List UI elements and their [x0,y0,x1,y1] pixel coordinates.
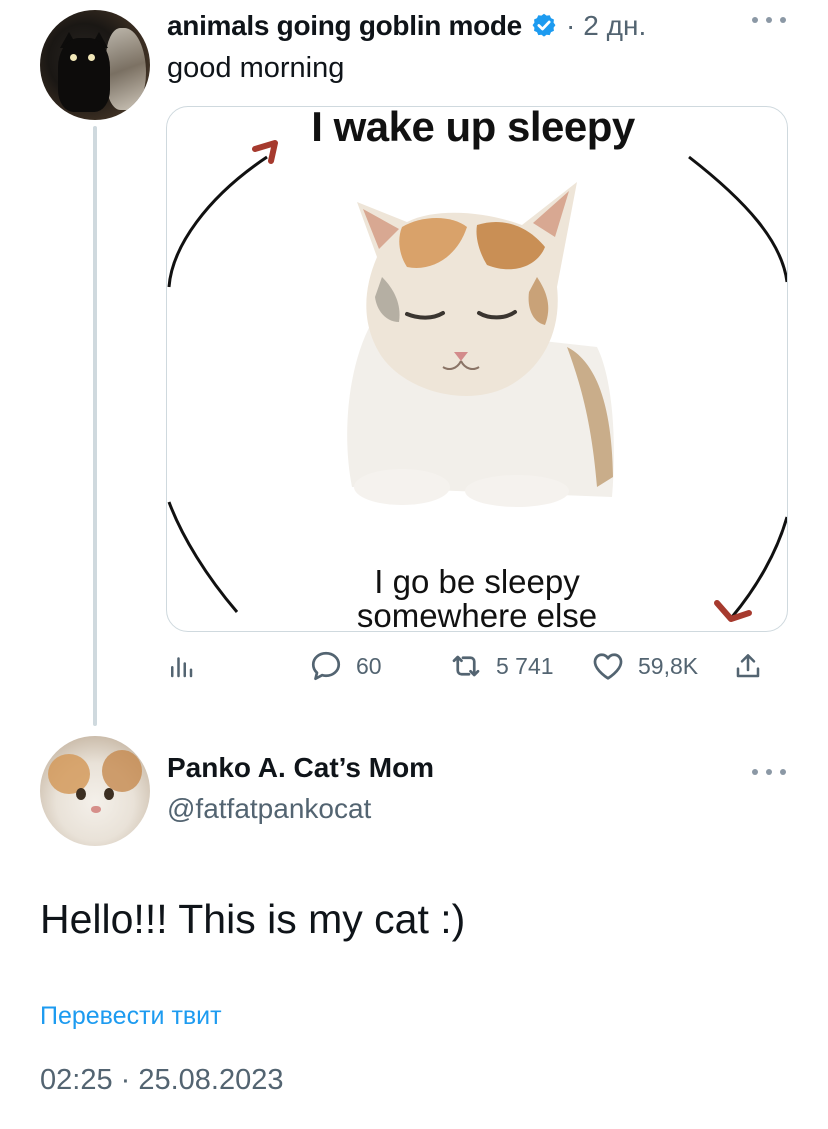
reply-author-avatar[interactable] [40,736,150,846]
retweet-icon [452,655,480,677]
meme-bottom-caption: I go be sleepy somewhere else [297,565,657,632]
reply-more-options-icon[interactable] [752,764,786,780]
tweet-media-image[interactable]: I wake up sleepy I go be sleepy somewher… [166,106,788,632]
translate-tweet-link[interactable]: Перевести твит [40,1002,222,1031]
retweet-count: 5 741 [496,652,554,679]
meme-bottom-caption-line2: somewhere else [356,597,598,632]
reply-icon [311,651,341,681]
author-avatar[interactable] [40,10,150,120]
like-button[interactable]: 59,8K [590,644,698,688]
tweet-detail-page: animals going goblin mode · 2 дн. good m… [0,0,828,1129]
meta-separator: · [565,10,576,41]
reply-count: 60 [356,652,382,679]
meme-top-caption: I wake up sleepy [311,106,635,150]
like-count: 59,8K [638,652,699,679]
meme-bottom-caption-line1: I go be sleepy [374,563,580,600]
share-button[interactable] [732,644,764,688]
meme-illustration [167,140,787,622]
analytics-icon [171,657,193,678]
tweet-time-ago[interactable]: 2 дн. [583,10,646,42]
verified-badge-icon [532,13,556,37]
tweet-text: good morning [167,52,345,84]
tweet-header: animals going goblin mode · 2 дн. [167,6,646,46]
analytics-button[interactable] [166,644,196,688]
author-name[interactable]: animals going goblin mode [167,10,522,42]
sleepy-cat-picture [347,182,614,507]
tweet-action-bar: 60 5 741 59,8K [166,644,788,688]
more-options-icon[interactable] [752,12,786,28]
reply-button[interactable]: 60 [308,644,382,688]
reply-author-name[interactable]: Panko A. Cat’s Mom [167,752,434,784]
thread-connector-line [93,126,97,726]
reply-timestamp[interactable]: 02:25 · 25.08.2023 [40,1064,283,1097]
retweet-button[interactable]: 5 741 [448,644,554,688]
reply-author-handle[interactable]: @fatfatpankocat [167,793,371,825]
heart-icon [593,653,623,680]
share-icon [736,654,760,678]
arrow-red-bottom [714,600,752,622]
reply-text: Hello!!! This is my cat :) [40,896,466,942]
